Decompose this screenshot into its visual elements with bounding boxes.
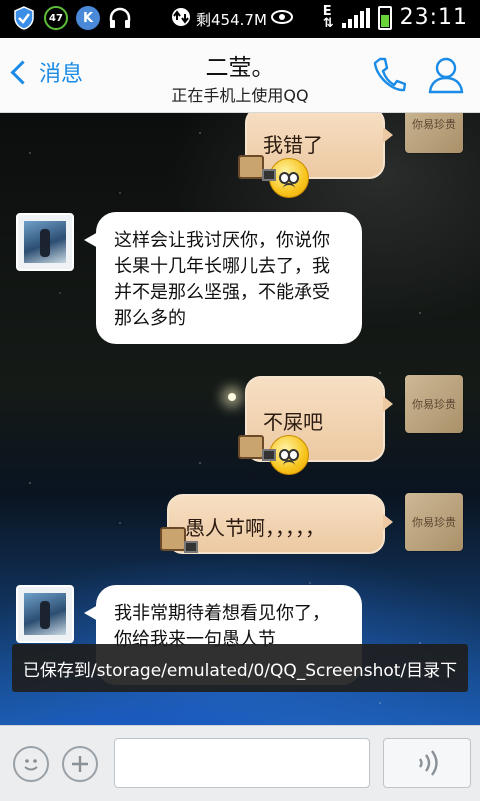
bubble-sticker-icon [238, 435, 276, 461]
message-text: 这样会让我讨厌你，你说你长果十几年长哪儿去了，我并不是那么坚强，不能承受那么多的 [114, 230, 330, 329]
message-text: 愚人节啊，，，，， [185, 516, 325, 540]
message-text: 不屎吧 [263, 410, 323, 434]
emoji-button[interactable] [13, 746, 49, 782]
contact-avatar[interactable] [16, 213, 74, 271]
clock: 23:11 [399, 5, 468, 30]
k-app-icon: K [76, 6, 100, 30]
transfer-arrows-icon [170, 7, 192, 31]
shield-icon [12, 6, 36, 30]
smiley-icon [24, 759, 38, 771]
message-bubble-outgoing[interactable]: 愚人节啊，，，，， [167, 494, 393, 554]
status-bar: 47 K 剩454.7M E ⇅ 23:11 [0, 0, 480, 38]
battery-icon [377, 5, 392, 30]
contact-avatar[interactable] [16, 585, 74, 643]
chat-header: 消息 二莹。 正在手机上使用QQ [0, 38, 480, 113]
more-actions-button[interactable] [62, 746, 98, 782]
bubble-sticker-icon [160, 527, 198, 553]
voice-button[interactable] [383, 738, 471, 788]
contact-profile-icon[interactable] [428, 56, 464, 98]
my-avatar[interactable]: 你易珍贵 [405, 113, 463, 153]
bubble-sticker-icon [238, 155, 276, 181]
phone-call-icon[interactable] [372, 56, 407, 98]
signal-icon [341, 7, 370, 28]
memory-badge-icon: 47 [44, 6, 68, 30]
my-avatar[interactable]: 你易珍贵 [405, 493, 463, 551]
contact-name: 二莹。 [205, 55, 275, 81]
voice-wave-icon [419, 750, 438, 776]
message-input-bar [0, 725, 480, 801]
my-avatar[interactable]: 你易珍贵 [405, 375, 463, 433]
chat-message-area[interactable]: 我错了 你易珍贵 这样会让我讨厌你，你说你长果十几年长哪儿去了，我并不是那么坚强… [0, 113, 480, 725]
data-e-icon: E ⇅ [322, 3, 334, 31]
message-text: 我非常期待着想看见你了，你给我来一句愚人节 [114, 603, 330, 650]
background-light [228, 393, 236, 401]
message-input[interactable] [114, 738, 370, 788]
headphones-icon [108, 6, 132, 30]
message-bubble-incoming[interactable]: 这样会让我讨厌你，你说你长果十几年长哪儿去了，我并不是那么坚强，不能承受那么多的 [84, 212, 362, 344]
download-remaining-text: 剩454.7M [196, 10, 267, 29]
message-text: 我错了 [263, 133, 323, 157]
contact-status: 正在手机上使用QQ [171, 86, 309, 105]
screenshot-saved-toast: 已保存到/storage/emulated/0/QQ_Screenshot/目录… [12, 644, 468, 692]
plus-icon [72, 756, 88, 772]
eye-icon [270, 10, 293, 28]
